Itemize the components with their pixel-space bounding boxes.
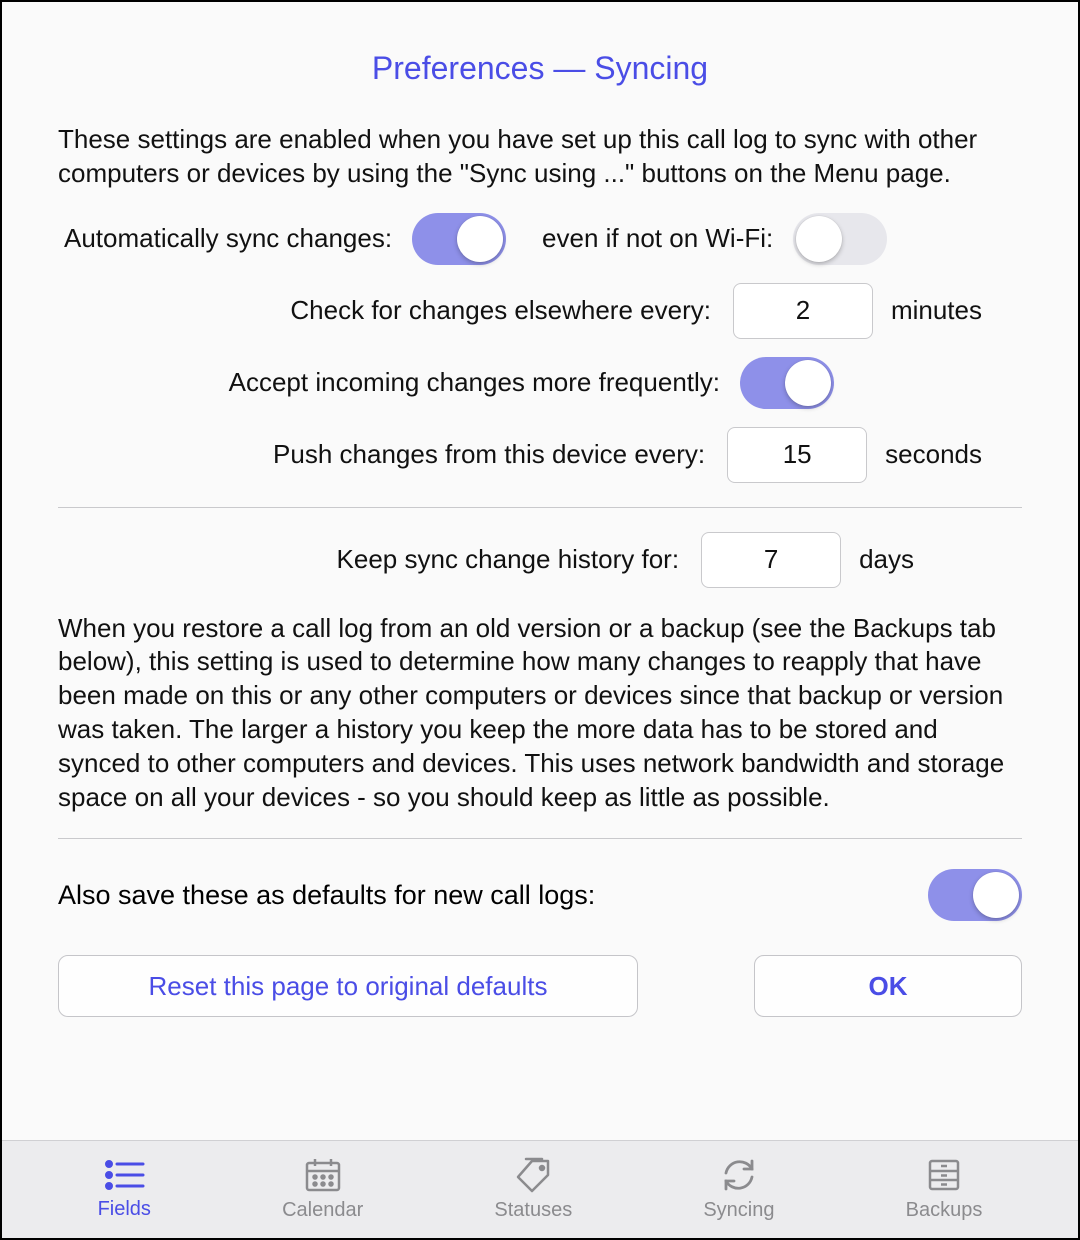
fields-list-icon	[103, 1158, 145, 1192]
save-defaults-row: Also save these as defaults for new call…	[58, 869, 1022, 921]
push-every-label: Push changes from this device every:	[273, 439, 705, 470]
tab-bar: Fields Calendar Statuses	[2, 1140, 1078, 1238]
keep-history-row: Keep sync change history for: days	[58, 532, 1022, 588]
preferences-panel: Preferences — Syncing These settings are…	[2, 2, 1078, 1140]
tab-fields[interactable]: Fields	[98, 1158, 151, 1221]
check-every-row: Check for changes elsewhere every: minut…	[58, 283, 1022, 339]
keep-history-input[interactable]	[701, 532, 841, 588]
check-every-label: Check for changes elsewhere every:	[290, 295, 711, 326]
save-defaults-label: Also save these as defaults for new call…	[58, 880, 595, 911]
check-every-input[interactable]	[733, 283, 873, 339]
keep-history-unit: days	[859, 544, 914, 575]
tags-icon	[512, 1157, 554, 1193]
tab-label: Calendar	[282, 1199, 363, 1222]
tab-label: Fields	[98, 1198, 151, 1221]
calendar-icon	[304, 1157, 342, 1193]
divider	[58, 838, 1022, 839]
sync-icon	[720, 1157, 758, 1193]
tab-label: Statuses	[494, 1199, 572, 1222]
intro-text: These settings are enabled when you have…	[58, 123, 1022, 191]
auto-sync-row: Automatically sync changes: even if not …	[58, 213, 1022, 265]
reset-button[interactable]: Reset this page to original defaults	[58, 955, 638, 1017]
page-title: Preferences — Syncing	[58, 50, 1022, 87]
button-row: Reset this page to original defaults OK	[58, 955, 1022, 1017]
ok-button[interactable]: OK	[754, 955, 1022, 1017]
tab-label: Syncing	[703, 1199, 774, 1222]
accept-freq-row: Accept incoming changes more frequently:	[58, 357, 1022, 409]
archive-icon	[926, 1157, 962, 1193]
keep-history-label: Keep sync change history for:	[337, 544, 680, 575]
auto-sync-label: Automatically sync changes:	[64, 223, 392, 254]
history-description: When you restore a call log from an old …	[58, 612, 1022, 815]
accept-freq-label: Accept incoming changes more frequently:	[229, 367, 720, 398]
push-every-unit: seconds	[885, 439, 982, 470]
push-every-row: Push changes from this device every: sec…	[58, 427, 1022, 483]
save-defaults-toggle[interactable]	[928, 869, 1022, 921]
auto-sync-toggle[interactable]	[412, 213, 506, 265]
push-every-input[interactable]	[727, 427, 867, 483]
wifi-label: even if not on Wi-Fi:	[542, 223, 773, 254]
accept-freq-toggle[interactable]	[740, 357, 834, 409]
wifi-toggle[interactable]	[793, 213, 887, 265]
tab-backups[interactable]: Backups	[906, 1157, 983, 1222]
tab-label: Backups	[906, 1199, 983, 1222]
tab-statuses[interactable]: Statuses	[494, 1157, 572, 1222]
tab-syncing[interactable]: Syncing	[703, 1157, 774, 1222]
divider	[58, 507, 1022, 508]
tab-calendar[interactable]: Calendar	[282, 1157, 363, 1222]
check-every-unit: minutes	[891, 295, 982, 326]
